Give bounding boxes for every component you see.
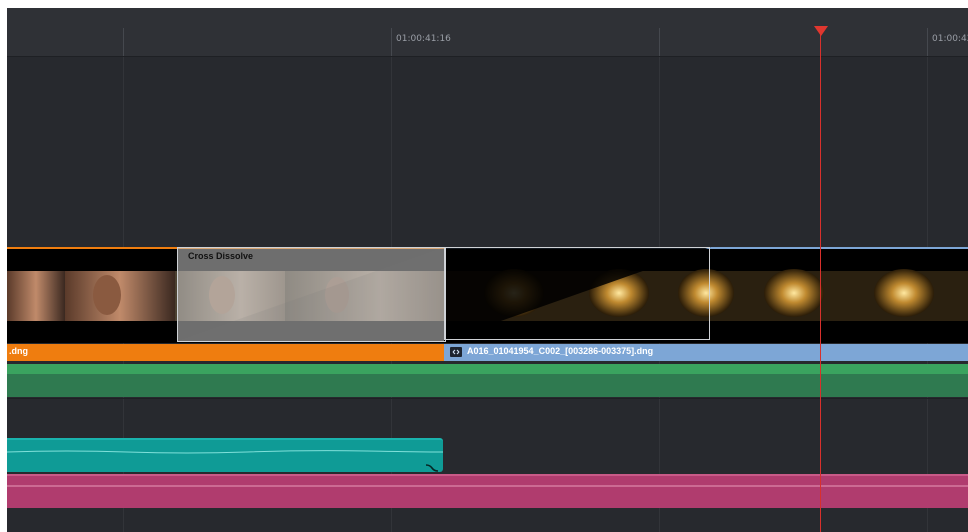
incoming-clip-name: A016_01041954_C002_[003286-003375].dng [467, 346, 654, 356]
ruler-tick [659, 28, 660, 56]
transition-outline [177, 247, 446, 342]
ruler-tick [391, 28, 392, 56]
fade-curve-icon[interactable] [425, 458, 439, 472]
link-icon [450, 347, 462, 357]
playhead-line[interactable] [820, 30, 821, 532]
ruler-tick [927, 28, 928, 56]
audio-track-green-header [7, 364, 968, 374]
audio-clip-pink[interactable] [7, 474, 968, 508]
timeline-panel[interactable]: 01:00:41:16 01:00:42 [7, 8, 968, 532]
playhead-icon[interactable] [814, 26, 828, 36]
audio-track-empty[interactable] [7, 398, 968, 437]
timecode-label: 01:00:42 [932, 34, 968, 44]
audio-clip-teal[interactable] [7, 438, 443, 472]
transition-label: Cross Dissolve [188, 251, 254, 261]
audio-waveform [7, 485, 968, 487]
transition-outline-incoming [444, 247, 710, 340]
outgoing-clip-name: .dng [9, 346, 28, 356]
timecode-label: 01:00:41:16 [396, 34, 451, 44]
video-track-2[interactable] [7, 56, 968, 246]
outgoing-clip-bar[interactable]: .dng [7, 344, 444, 361]
ruler-tick [123, 28, 124, 56]
incoming-clip-bar[interactable]: A016_01041954_C002_[003286-003375].dng [444, 344, 968, 361]
audio-waveform [7, 450, 443, 454]
